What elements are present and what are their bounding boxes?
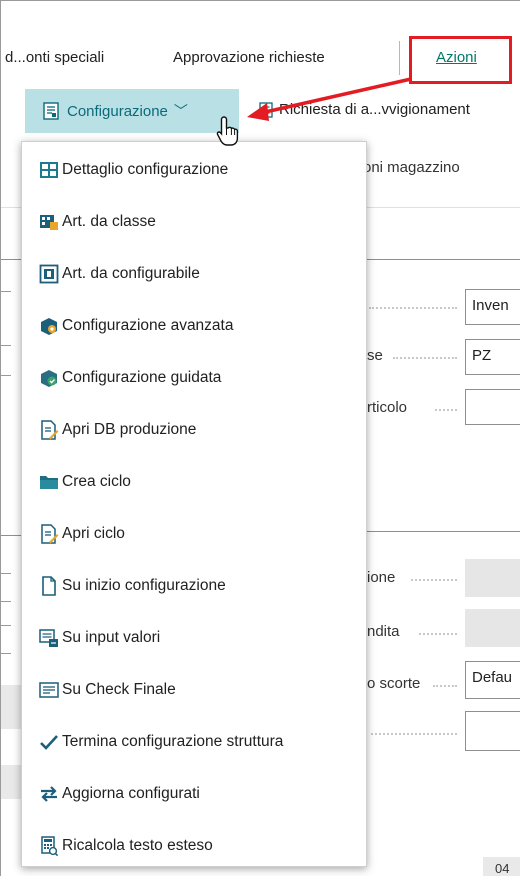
left-divider [1,535,23,536]
class-item-icon [38,211,60,233]
menu-item-label: Configurazione guidata [62,369,222,386]
menu-item-label: Art. da classe [62,213,156,230]
field-label-scorte: o scorte [367,675,421,692]
section-divider [367,259,520,260]
action-approvazione-richieste[interactable]: Approvazione richieste [173,49,325,66]
menu-item-label: Apri DB produzione [62,421,197,438]
left-tick [1,573,11,574]
menu-item-ricalcola-testo-esteso[interactable]: Ricalcola testo esteso [22,820,366,872]
item-field[interactable] [465,389,520,425]
request-icon [259,101,273,118]
richiesta-label: Richiesta di a...vvigionament [279,101,470,118]
dotted-leader [419,633,457,635]
guided-config-icon [38,367,60,389]
magazzino-action-fragment[interactable]: oni magazzino [363,159,460,176]
toolbar-separator [399,41,400,75]
readonly-field [465,609,520,647]
left-divider [1,259,23,260]
input-values-icon [38,627,60,649]
menu-item-su-inizio-configurazione[interactable]: Su inizio configurazione [22,560,366,612]
menu-item-label: Art. da configurabile [62,265,200,282]
section-divider [367,531,520,532]
folder-icon [38,471,60,493]
menu-item-configurazione-avanzata[interactable]: Configurazione avanzata [22,300,366,352]
config-detail-icon [38,159,60,181]
bottom-field-fragment: 04 [483,857,520,876]
refresh-arrows-icon [38,783,60,805]
field-label-ndita: ndita [367,623,400,640]
menu-item-configurazione-guidata[interactable]: Configurazione guidata [22,352,366,404]
advanced-config-icon [38,315,60,337]
unit-of-measure-field[interactable]: PZ [465,339,520,375]
final-check-icon [38,679,60,701]
menu-item-apri-ciclo[interactable]: Apri ciclo [22,508,366,560]
field-label-ione: ione [367,569,396,586]
menu-item-label: Termina configurazione struttura [62,733,284,750]
left-grey-fragment [1,765,23,799]
menu-item-label: Su input valori [62,629,161,646]
menu-item-su-check-finale[interactable]: Su Check Finale [22,664,366,716]
page-frame: d...onti speciali Approvazione richieste… [0,0,520,876]
menu-item-label: Configurazione avanzata [62,317,234,334]
left-tick [1,375,11,376]
menu-item-label: Dettaglio configurazione [62,161,229,178]
configurable-item-icon [38,263,60,285]
left-tick [1,625,11,626]
left-tick [1,291,11,292]
menu-item-label: Su Check Finale [62,681,176,698]
dotted-leader [371,733,457,735]
dotted-leader [369,307,457,309]
readonly-field [465,559,520,597]
menu-item-label: Ricalcola testo esteso [62,837,213,854]
item-field-label: rticolo [367,399,408,416]
inventory-field[interactable]: Inven [465,289,520,325]
page-icon [38,575,60,597]
menu-item-art-da-configurabile[interactable]: Art. da configurabile [22,248,366,300]
menu-item-label: Apri ciclo [62,525,125,542]
calculator-icon [38,835,60,857]
configurazione-button[interactable]: Configurazione ﹀ [25,89,239,133]
dotted-leader [393,357,457,359]
open-routing-icon [38,523,60,545]
configurazione-dropdown-menu: Dettaglio configurazione Art. da classe … [21,141,367,867]
configurazione-label: Configurazione [67,102,168,120]
menu-item-label: Su inizio configurazione [62,577,226,594]
action-bar: d...onti speciali Approvazione richieste… [1,31,520,87]
open-bom-icon [38,419,60,441]
hand-pointer-cursor [216,116,239,146]
azioni-highlight-box: Azioni [409,36,512,84]
menu-item-dettaglio-configurazione[interactable]: Dettaglio configurazione [22,144,366,196]
stock-policy-field[interactable]: Defau [465,661,520,699]
chevron-down-icon: ﹀ [173,103,188,119]
action-conti-speciali[interactable]: d...onti speciali [5,49,104,66]
menu-item-label: Crea ciclo [62,473,131,490]
dotted-leader [433,685,457,687]
dotted-leader [411,579,457,581]
configuration-icon [43,102,59,120]
menu-item-apri-db-produzione[interactable]: Apri DB produzione [22,404,366,456]
left-tick [1,601,11,602]
empty-field[interactable] [465,711,520,751]
menu-item-su-input-valori[interactable]: Su input valori [22,612,366,664]
azioni-tab[interactable]: Azioni [436,49,477,66]
menu-item-art-da-classe[interactable]: Art. da classe [22,196,366,248]
unit-field-label: se [367,347,383,364]
left-tick [1,653,11,654]
dotted-leader [435,409,457,411]
menu-item-crea-ciclo[interactable]: Crea ciclo [22,456,366,508]
checkmark-icon [38,731,60,753]
menu-item-aggiorna-configurati[interactable]: Aggiorna configurati [22,768,366,820]
left-grey-fragment [1,685,23,729]
richiesta-approvvigionamento-button[interactable]: Richiesta di a...vvigionament [259,101,470,118]
menu-item-label: Aggiorna configurati [62,785,200,802]
menu-item-termina-configurazione-struttura[interactable]: Termina configurazione struttura [22,716,366,768]
left-tick [1,345,11,346]
